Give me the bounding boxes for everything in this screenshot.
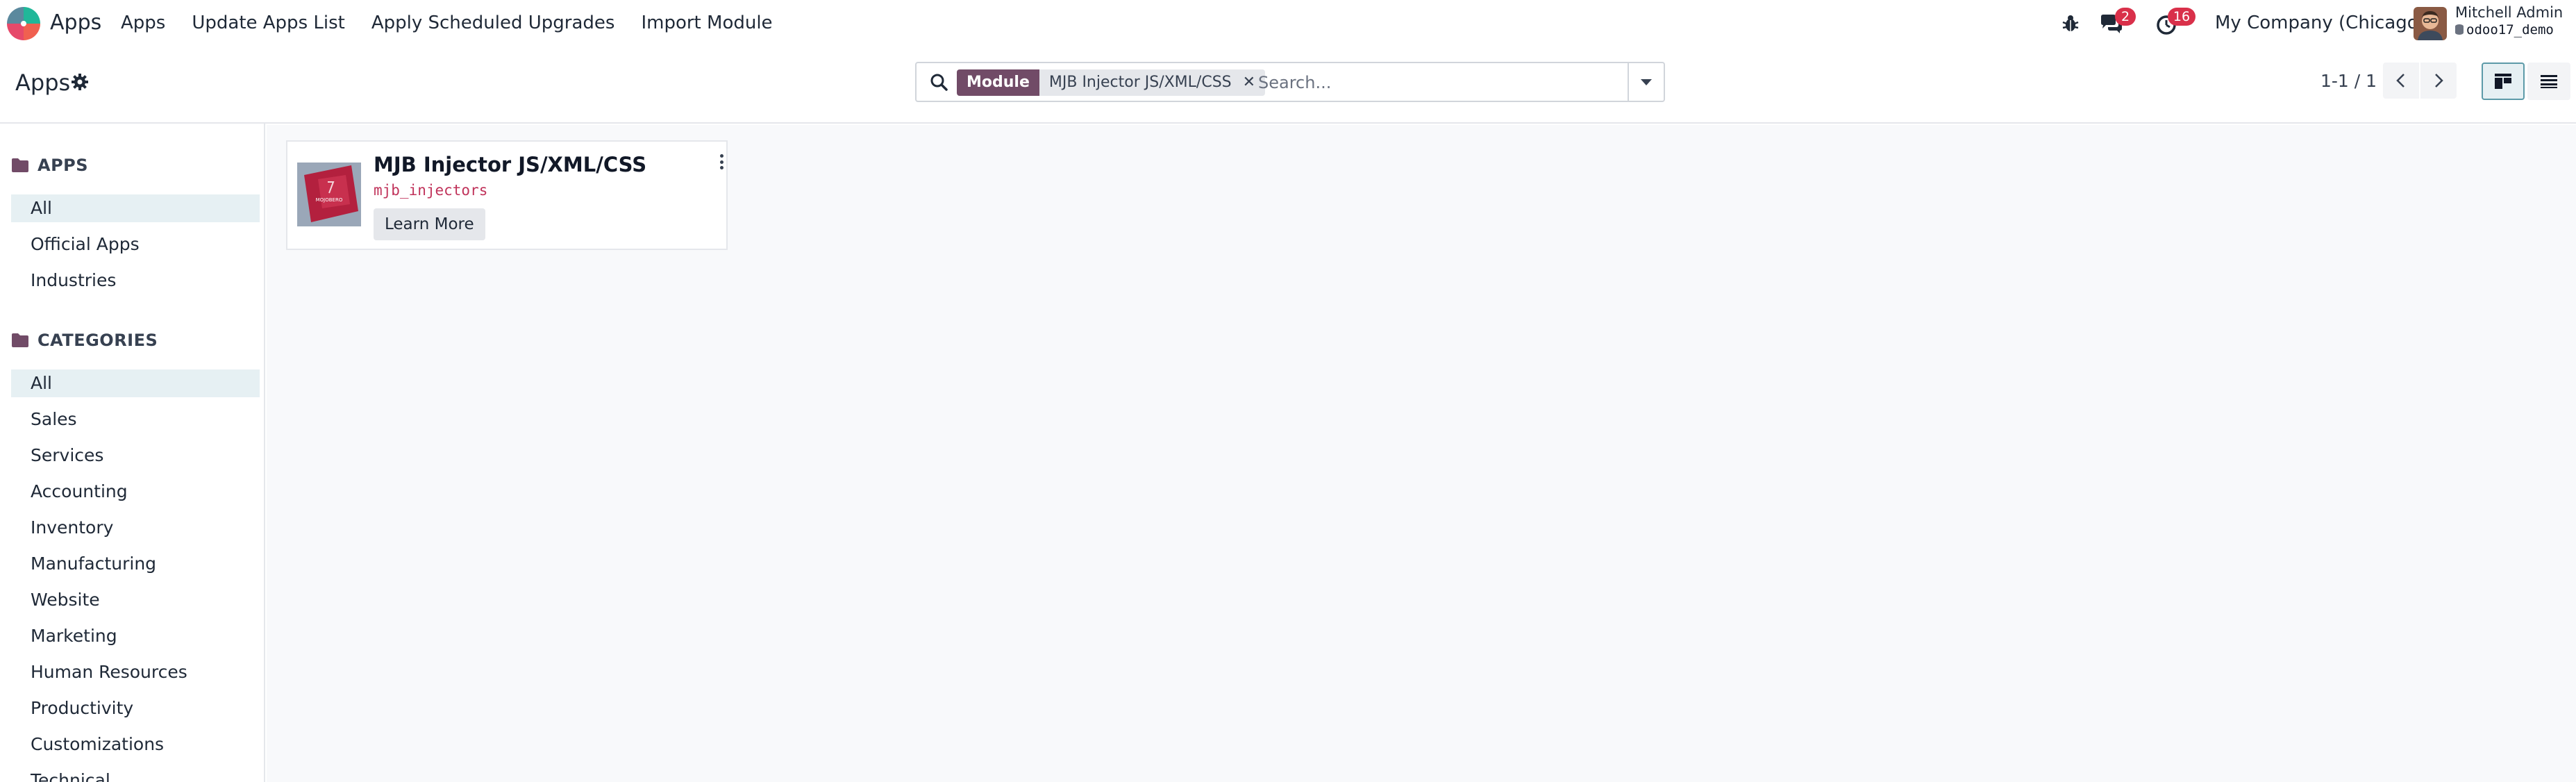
module-technical-name: mjb_injectors xyxy=(374,182,488,199)
menu-apps[interactable]: Apps xyxy=(121,13,165,33)
company-switcher[interactable]: My Company (Chicago) xyxy=(2215,13,2425,33)
list-view-icon xyxy=(2541,75,2557,88)
filter-official-apps[interactable]: Official Apps xyxy=(11,231,260,258)
search-facet: Module MJB Injector JS/XML/CSS ✕ xyxy=(957,69,1266,96)
gear-icon[interactable] xyxy=(71,73,89,91)
kanban-view-button[interactable] xyxy=(2482,63,2525,100)
app-logo-icon[interactable] xyxy=(7,7,40,40)
database-label: odoo17_demo xyxy=(2466,22,2554,38)
category-human-resources[interactable]: Human Resources xyxy=(11,658,260,686)
chevron-right-icon xyxy=(2435,74,2443,88)
search-input[interactable] xyxy=(1258,69,1619,96)
folder-icon xyxy=(12,333,28,347)
category-website[interactable]: Website xyxy=(11,586,260,614)
avatar[interactable] xyxy=(2414,7,2447,40)
menu-dot xyxy=(719,166,724,169)
category-sales[interactable]: Sales xyxy=(11,406,260,433)
filter-industries[interactable]: Industries xyxy=(11,267,260,294)
facet-value: MJB Injector JS/XML/CSS ✕ xyxy=(1039,69,1266,96)
category-all[interactable]: All xyxy=(11,369,260,397)
menu-dot xyxy=(719,160,724,164)
bug-icon[interactable] xyxy=(2061,14,2080,33)
module-logo: MOJOBERO xyxy=(297,163,361,226)
messages-badge: 2 xyxy=(2115,8,2136,26)
category-marketing[interactable]: Marketing xyxy=(11,622,260,650)
pager-previous-button[interactable] xyxy=(2383,63,2419,99)
category-inventory[interactable]: Inventory xyxy=(11,514,260,542)
kanban-view-icon xyxy=(2495,74,2511,89)
category-services[interactable]: Services xyxy=(11,442,260,469)
menu-apply-scheduled-upgrades[interactable]: Apply Scheduled Upgrades xyxy=(371,13,615,33)
kebab-menu-icon[interactable] xyxy=(717,151,726,172)
chevron-left-icon xyxy=(2396,74,2404,88)
pager-value[interactable]: 1-1 / 1 xyxy=(2320,71,2377,91)
database-name: odoo17_demo xyxy=(2455,22,2554,38)
module-card[interactable]: MOJOBERO MJB Injector JS/XML/CSS mjb_inj… xyxy=(286,140,728,250)
category-technical[interactable]: Technical xyxy=(11,767,260,782)
main-menu: Apps Update Apps List Apply Scheduled Up… xyxy=(121,13,799,33)
category-accounting[interactable]: Accounting xyxy=(11,478,260,506)
category-manufacturing[interactable]: Manufacturing xyxy=(11,550,260,578)
search-options-toggle[interactable] xyxy=(1628,63,1664,101)
menu-dot xyxy=(719,154,724,158)
search-panel-sidebar: APPS All Official Apps Industries CATEGO… xyxy=(0,124,265,782)
caret-down-icon xyxy=(1641,78,1652,85)
categories-section-header: CATEGORIES xyxy=(11,331,158,350)
facet-value-text: MJB Injector JS/XML/CSS xyxy=(1048,74,1232,91)
close-icon[interactable]: ✕ xyxy=(1243,69,1255,96)
filter-apps-all[interactable]: All xyxy=(11,194,260,222)
apps-section-header: APPS xyxy=(11,156,88,175)
categories-section-title: CATEGORIES xyxy=(37,331,158,350)
kanban-area: MOJOBERO MJB Injector JS/XML/CSS mjb_inj… xyxy=(267,125,2576,782)
category-customizations[interactable]: Customizations xyxy=(11,731,260,758)
top-navbar: Apps Apps Update Apps List Apply Schedul… xyxy=(0,0,2576,49)
menu-import-module[interactable]: Import Module xyxy=(641,13,772,33)
search-bar[interactable]: Module MJB Injector JS/XML/CSS ✕ xyxy=(915,62,1665,102)
pager-next-button[interactable] xyxy=(2420,63,2457,99)
database-icon xyxy=(2455,24,2464,35)
user-name[interactable]: Mitchell Admin xyxy=(2455,4,2563,21)
category-productivity[interactable]: Productivity xyxy=(11,694,260,722)
control-panel: Apps Module MJB Injector JS/XML/CSS ✕ Se… xyxy=(0,49,2576,124)
folder-icon xyxy=(12,158,28,172)
learn-more-button[interactable]: Learn More xyxy=(374,208,485,240)
module-title: MJB Injector JS/XML/CSS xyxy=(374,153,647,176)
app-name[interactable]: Apps xyxy=(50,10,101,35)
page-title: Apps xyxy=(15,69,71,96)
menu-update-apps-list[interactable]: Update Apps List xyxy=(192,13,344,33)
apps-section-title: APPS xyxy=(37,156,89,175)
activities-badge: 16 xyxy=(2168,8,2196,26)
module-logo-text: MOJOBERO xyxy=(316,197,343,203)
facet-label: Module xyxy=(957,69,1039,96)
list-view-button[interactable] xyxy=(2527,63,2570,100)
search-icon[interactable] xyxy=(929,72,948,92)
